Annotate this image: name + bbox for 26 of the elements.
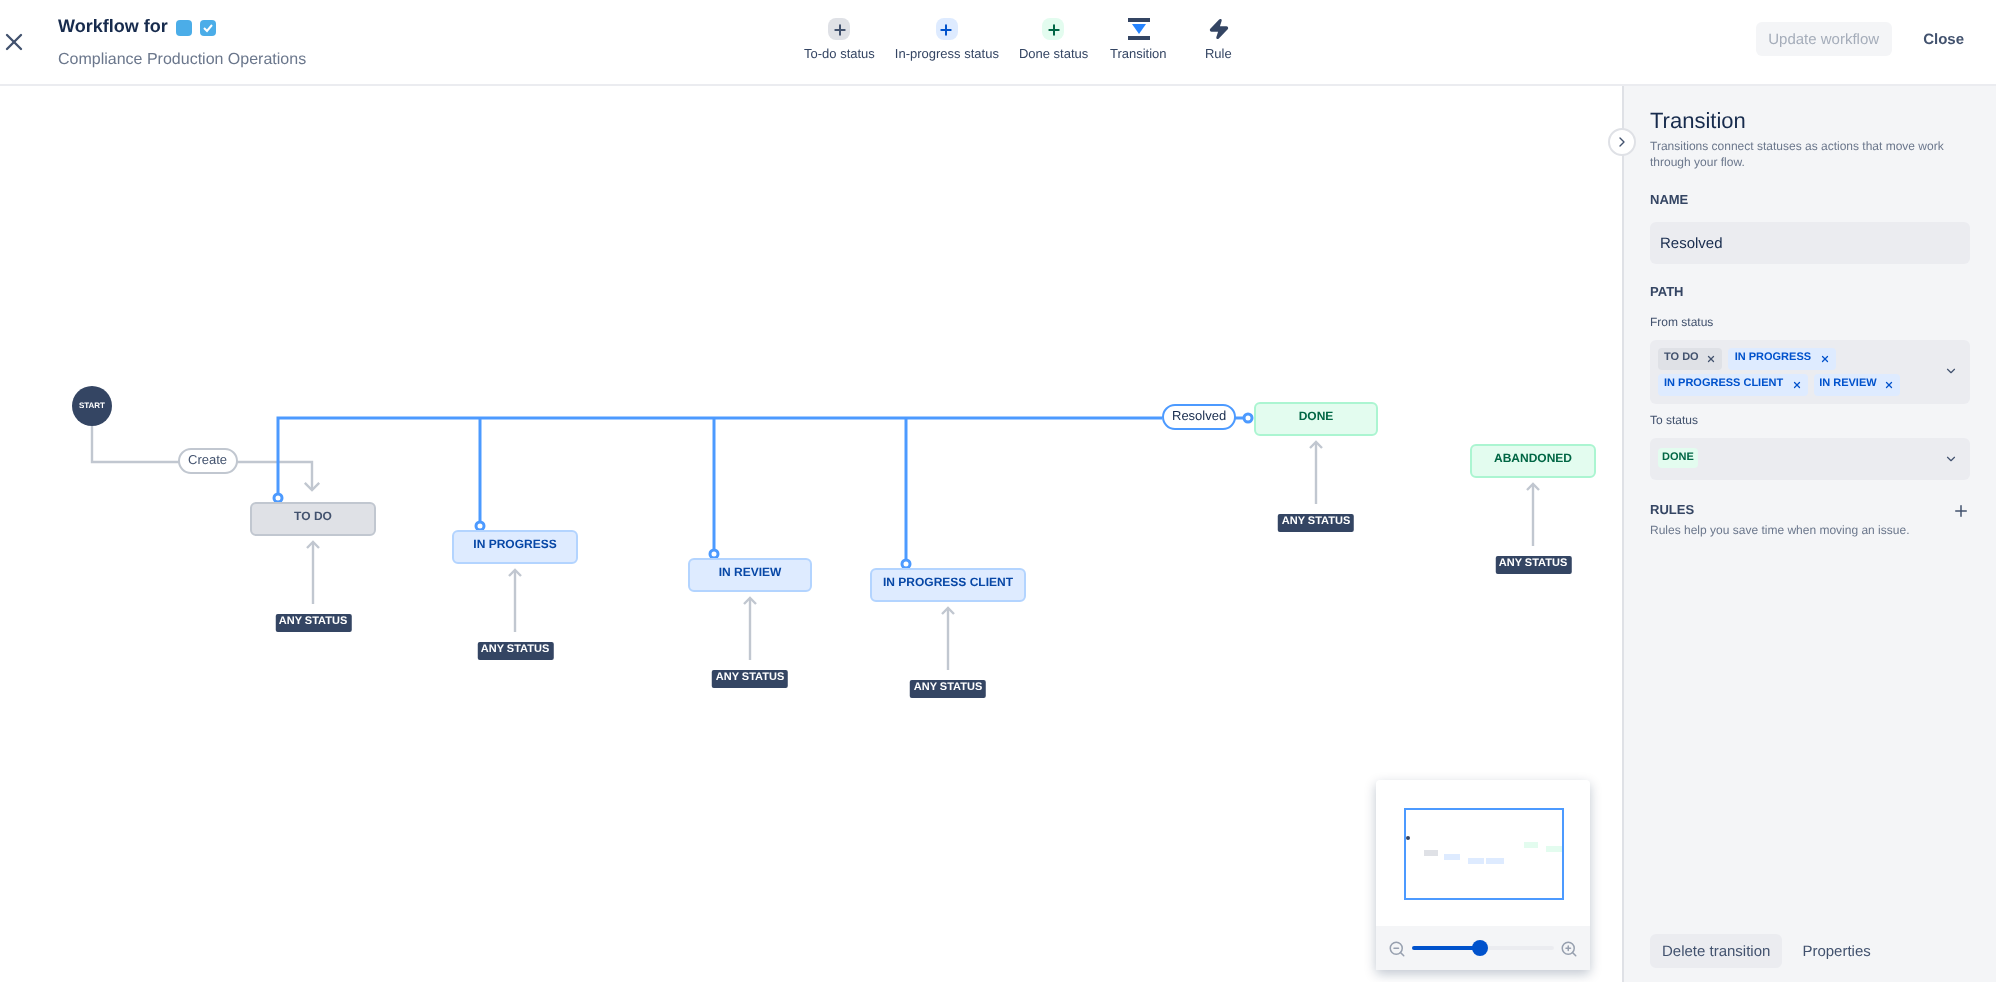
remove-icon[interactable] — [1884, 379, 1895, 389]
global-connector — [508, 568, 522, 632]
chevron-down-icon — [1944, 364, 1958, 378]
global-connector — [306, 540, 320, 604]
zoom-slider-thumb[interactable] — [1472, 940, 1489, 956]
remove-icon[interactable] — [1819, 353, 1830, 363]
transition-icon — [1127, 18, 1150, 40]
global-connector — [1526, 482, 1540, 546]
checkbox-icon — [199, 19, 216, 36]
remove-icon[interactable] — [1791, 379, 1802, 389]
chevron-down-icon — [1944, 451, 1958, 465]
workflow-title: Workflow for — [58, 14, 168, 40]
global-connector — [941, 606, 955, 670]
global-connector — [1309, 440, 1323, 504]
global-connector — [743, 596, 757, 660]
plus-icon — [935, 18, 958, 40]
issue-type-icon — [175, 19, 192, 36]
remove-icon[interactable] — [1706, 353, 1717, 363]
chevron-right-icon — [1614, 134, 1630, 150]
panel-title: Transition — [1650, 110, 1748, 136]
close-icon[interactable] — [0, 28, 28, 56]
plus-icon — [1042, 18, 1065, 40]
lightning-icon — [1207, 18, 1230, 40]
add-rule-icon[interactable] — [1952, 501, 1970, 520]
plus-icon — [828, 18, 851, 40]
project-name: Compliance Production Operations — [58, 47, 309, 71]
